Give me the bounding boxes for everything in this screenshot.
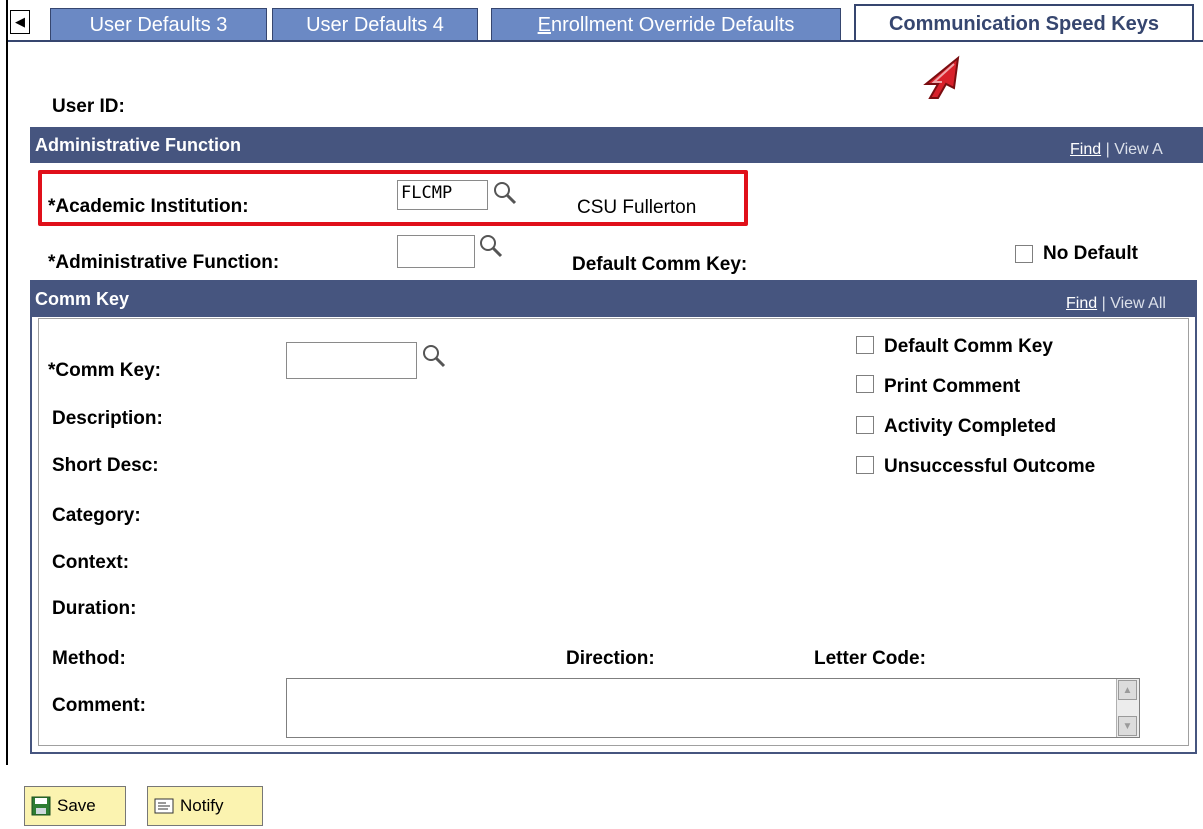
user-id-label: User ID: [52, 96, 125, 117]
comm-find-link[interactable]: Find [1066, 295, 1097, 312]
print-comment-label: Print Comment [884, 376, 1021, 397]
highlight-box [38, 170, 748, 226]
comm-key-links: Find | View All [1066, 295, 1166, 313]
comment-label: Comment: [52, 695, 146, 716]
save-label: Save [57, 796, 96, 815]
unsuccessful-outcome-checkbox[interactable] [856, 456, 874, 474]
description-label: Description: [52, 408, 163, 429]
short-desc-label: Short Desc: [52, 455, 159, 476]
default-comm-key-checkbox-label: Default Comm Key [884, 336, 1053, 357]
admin-function-header: Administrative Function Find | View A [30, 127, 1203, 163]
tab-user-defaults-4[interactable]: User Defaults 4 [272, 8, 478, 41]
administrative-function-input[interactable] [397, 235, 475, 268]
tab-underline [8, 40, 1203, 42]
mouse-pointer-icon [923, 55, 960, 99]
comment-scrollbar[interactable]: ▲ ▼ [1116, 679, 1139, 737]
scroll-down-icon[interactable]: ▼ [1118, 716, 1137, 736]
tab-label: Communication Speed Keys [888, 12, 1160, 35]
no-default-label: No Default [1043, 243, 1138, 264]
admin-find-link[interactable]: Find [1070, 141, 1101, 158]
comment-textarea[interactable]: ▲ ▼ [286, 678, 1140, 738]
activity-completed-label: Activity Completed [884, 416, 1057, 437]
tab-enrollment-override-defaults[interactable]: Enrollment Override Defaults [491, 8, 841, 41]
administrative-function-label: *Administrative Function: [48, 252, 280, 273]
notify-button[interactable]: Notify [147, 786, 263, 826]
comm-key-lookup-icon[interactable] [421, 343, 447, 369]
tab-scroll-left-button[interactable]: ◀ [10, 10, 30, 34]
comm-view-all-link[interactable]: View All [1110, 295, 1166, 312]
tab-label: User Defaults 4 [306, 13, 444, 36]
comm-key-header: Comm Key Find | View All [30, 281, 1195, 317]
letter-code-label: Letter Code: [814, 648, 926, 669]
tab-label: User Defaults 3 [89, 13, 228, 36]
link-separator: | [1101, 295, 1106, 312]
save-button[interactable]: Save [24, 786, 126, 826]
notify-label: Notify [180, 796, 224, 815]
unsuccessful-outcome-label: Unsuccessful Outcome [884, 456, 1096, 477]
direction-label: Direction: [566, 648, 655, 669]
admin-function-links: Find | View A [1070, 141, 1163, 159]
save-icon [31, 796, 51, 816]
method-label: Method: [52, 648, 126, 669]
category-label: Category: [52, 505, 141, 526]
function-lookup-icon[interactable] [478, 233, 504, 259]
admin-function-title: Administrative Function [35, 135, 242, 155]
tab-user-defaults-3[interactable]: User Defaults 3 [50, 8, 267, 41]
tab-label: Enrollment Override Defaults [537, 13, 795, 36]
tab-bar: ◀ User Defaults 3 User Defaults 4 Enroll… [0, 0, 1203, 42]
print-comment-checkbox[interactable] [856, 375, 874, 393]
no-default-checkbox[interactable] [1015, 245, 1033, 263]
activity-completed-checkbox[interactable] [856, 416, 874, 434]
scroll-up-icon[interactable]: ▲ [1118, 680, 1137, 700]
notify-icon [154, 798, 174, 814]
context-label: Context: [52, 552, 130, 573]
link-separator: | [1105, 141, 1110, 158]
comm-key-label: *Comm Key: [48, 360, 161, 381]
comm-key-input[interactable] [286, 342, 417, 379]
default-comm-key-checkbox[interactable] [856, 336, 874, 354]
duration-label: Duration: [52, 598, 137, 619]
tab-communication-speed-keys[interactable]: Communication Speed Keys [854, 4, 1194, 42]
admin-view-all-link[interactable]: View A [1114, 141, 1163, 158]
default-comm-key-label: Default Comm Key: [572, 254, 748, 275]
left-arrow-icon: ◀ [15, 14, 25, 29]
comm-key-title: Comm Key [35, 289, 130, 309]
